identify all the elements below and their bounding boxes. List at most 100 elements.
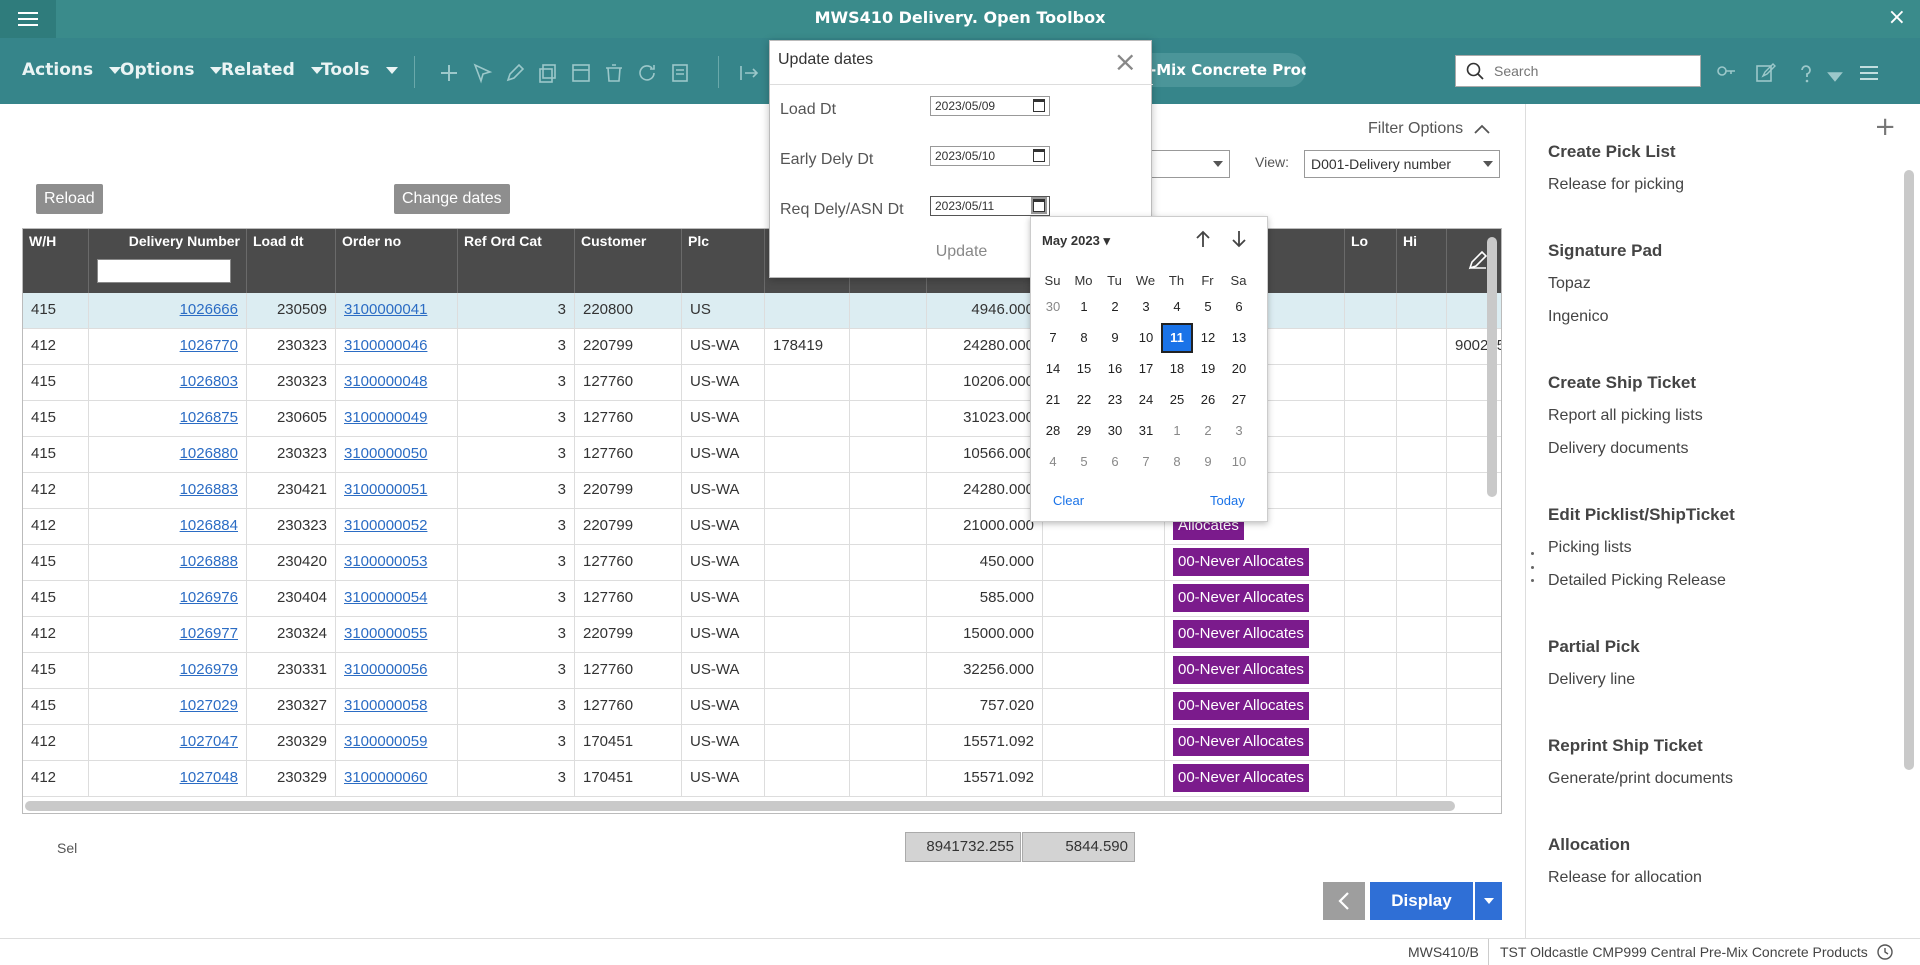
cell-order-no-link[interactable]: 3100000049 bbox=[344, 409, 427, 426]
cell-order-no-link[interactable]: 3100000060 bbox=[344, 769, 427, 786]
day-cell[interactable]: 5 bbox=[1070, 449, 1098, 475]
change-dates-button[interactable]: Change dates bbox=[394, 184, 510, 214]
day-cell[interactable]: 16 bbox=[1101, 356, 1129, 382]
day-cell[interactable]: 30 bbox=[1101, 418, 1129, 444]
calendar-icon[interactable] bbox=[1031, 197, 1047, 214]
search-input[interactable] bbox=[1494, 63, 1684, 79]
history-icon[interactable] bbox=[1876, 943, 1894, 961]
table-row[interactable]: 415 1026976 230404 3100000054 3 127760 US-WA 58… bbox=[23, 581, 1501, 617]
arrow-down-icon[interactable] bbox=[1230, 229, 1248, 249]
day-cell[interactable]: 3 bbox=[1132, 294, 1160, 320]
table-row[interactable]: 412 1026977 230324 3100000055 3 220799 US-WA 15… bbox=[23, 617, 1501, 653]
cell-order-no-link[interactable]: 3100000053 bbox=[344, 553, 427, 570]
previous-button[interactable] bbox=[1323, 882, 1365, 920]
toolbox-action-link[interactable]: Detailed Picking Release bbox=[1548, 572, 1726, 590]
early-dely-dt-input[interactable]: 2023/05/10 bbox=[930, 146, 1050, 166]
column-header-load-dt[interactable]: Load dt bbox=[247, 229, 336, 293]
table-row[interactable]: 412 1026770 230323 3100000046 3 220799 US-WA 17… bbox=[23, 329, 1501, 365]
calendar-icon[interactable] bbox=[1033, 149, 1045, 162]
cell-delivery-number-link[interactable]: 1026977 bbox=[180, 625, 238, 642]
load-dt-input[interactable]: 2023/05/09 bbox=[930, 96, 1050, 116]
cell-delivery-number-link[interactable]: 1026880 bbox=[180, 445, 238, 462]
day-cell[interactable]: 25 bbox=[1163, 387, 1191, 413]
main-menu-icon[interactable] bbox=[0, 0, 56, 38]
chevron-down-icon[interactable] bbox=[1824, 66, 1843, 82]
table-row[interactable]: 415 1026880 230323 3100000050 3 127760 US-WA 10… bbox=[23, 437, 1501, 473]
column-header-delivery-number[interactable]: Delivery Number bbox=[89, 229, 247, 293]
day-cell[interactable]: 31 bbox=[1132, 418, 1160, 444]
cell-delivery-number-link[interactable]: 1026888 bbox=[180, 553, 238, 570]
day-cell[interactable]: 6 bbox=[1225, 294, 1253, 320]
cell-delivery-number-link[interactable]: 1026884 bbox=[180, 517, 238, 534]
cell-order-no-link[interactable]: 3100000052 bbox=[344, 517, 427, 534]
add-icon[interactable]: + bbox=[1874, 112, 1896, 142]
cell-order-no-link[interactable]: 3100000054 bbox=[344, 589, 427, 606]
related-option-icon[interactable] bbox=[738, 62, 760, 84]
toolbox-action-link[interactable]: Release for picking bbox=[1548, 176, 1684, 194]
key-search-icon[interactable] bbox=[1715, 62, 1737, 84]
cell-delivery-number-link[interactable]: 1026883 bbox=[180, 481, 238, 498]
delete-icon[interactable] bbox=[603, 62, 625, 84]
table-row[interactable]: 412 1026884 230323 3100000052 3 220799 US-WA 21… bbox=[23, 509, 1501, 545]
column-header-customer[interactable]: Customer bbox=[575, 229, 682, 293]
cell-order-no-link[interactable]: 3100000051 bbox=[344, 481, 427, 498]
cell-order-no-link[interactable]: 3100000059 bbox=[344, 733, 427, 750]
toolbox-action-link[interactable]: Ingenico bbox=[1548, 308, 1609, 326]
column-header-ref-ord-cat[interactable]: Ref Ord Cat bbox=[458, 229, 575, 293]
day-cell[interactable]: 6 bbox=[1101, 449, 1129, 475]
cell-delivery-number-link[interactable]: 1026976 bbox=[180, 589, 238, 606]
day-cell[interactable]: 26 bbox=[1194, 387, 1222, 413]
day-cell[interactable]: 23 bbox=[1101, 387, 1129, 413]
day-cell[interactable]: 9 bbox=[1194, 449, 1222, 475]
day-cell[interactable]: 29 bbox=[1070, 418, 1098, 444]
day-cell[interactable]: 13 bbox=[1225, 325, 1253, 351]
day-cell[interactable]: 1 bbox=[1163, 418, 1191, 444]
day-cell[interactable]: 17 bbox=[1132, 356, 1160, 382]
view-select[interactable]: D001-Delivery number bbox=[1304, 150, 1500, 178]
toolbox-action-link[interactable]: Release for allocation bbox=[1548, 869, 1702, 887]
delivery-number-filter-input[interactable] bbox=[97, 259, 231, 283]
menu-actions[interactable]: Actions bbox=[22, 60, 122, 80]
arrow-up-icon[interactable] bbox=[1194, 229, 1212, 249]
resize-handle-icon[interactable] bbox=[1531, 552, 1535, 582]
copy-icon[interactable] bbox=[537, 62, 559, 84]
edit-icon[interactable] bbox=[504, 62, 526, 84]
horizontal-scrollbar[interactable] bbox=[25, 801, 1455, 811]
note-icon[interactable] bbox=[669, 62, 691, 84]
display-options-button[interactable] bbox=[1475, 882, 1502, 920]
display-icon[interactable] bbox=[570, 62, 592, 84]
toolbox-action-link[interactable]: Picking lists bbox=[1548, 539, 1632, 557]
help-icon[interactable] bbox=[1795, 62, 1817, 84]
day-cell[interactable]: 22 bbox=[1070, 387, 1098, 413]
cell-delivery-number-link[interactable]: 1026666 bbox=[180, 301, 238, 318]
month-year-select[interactable]: May 2023 ▾ bbox=[1042, 233, 1110, 249]
add-icon[interactable] bbox=[438, 62, 460, 84]
menu-options[interactable]: Options bbox=[120, 60, 223, 80]
day-cell[interactable]: 7 bbox=[1039, 325, 1067, 351]
cell-order-no-link[interactable]: 3100000046 bbox=[344, 337, 427, 354]
select-icon[interactable] bbox=[471, 62, 493, 84]
day-cell[interactable]: 20 bbox=[1225, 356, 1253, 382]
cell-order-no-link[interactable]: 3100000048 bbox=[344, 373, 427, 390]
cell-delivery-number-link[interactable]: 1026770 bbox=[180, 337, 238, 354]
cell-order-no-link[interactable]: 3100000055 bbox=[344, 625, 427, 642]
day-cell[interactable]: 2 bbox=[1101, 294, 1129, 320]
toolbox-action-link[interactable]: Delivery documents bbox=[1548, 440, 1689, 458]
table-row[interactable]: 415 1026803 230323 3100000048 3 127760 US-WA 10… bbox=[23, 365, 1501, 401]
display-button[interactable]: Display bbox=[1370, 882, 1473, 920]
day-cell[interactable]: 8 bbox=[1163, 449, 1191, 475]
cell-delivery-number-link[interactable]: 1026803 bbox=[180, 373, 238, 390]
day-cell[interactable]: 14 bbox=[1039, 356, 1067, 382]
cell-order-no-link[interactable]: 3100000041 bbox=[344, 301, 427, 318]
day-cell[interactable]: 19 bbox=[1194, 356, 1222, 382]
day-cell[interactable]: 3 bbox=[1225, 418, 1253, 444]
hamburger-menu-icon[interactable] bbox=[1858, 62, 1880, 84]
day-cell[interactable]: 28 bbox=[1039, 418, 1067, 444]
menu-related[interactable]: Related bbox=[221, 60, 323, 80]
day-cell[interactable]: 27 bbox=[1225, 387, 1253, 413]
day-cell[interactable]: 15 bbox=[1070, 356, 1098, 382]
search-field[interactable] bbox=[1455, 55, 1701, 87]
day-cell[interactable]: 30 bbox=[1039, 294, 1067, 320]
toolbox-action-link[interactable]: Report all picking lists bbox=[1548, 407, 1703, 425]
table-row[interactable]: 415 1027029 230327 3100000058 3 127760 US-WA 75… bbox=[23, 689, 1501, 725]
